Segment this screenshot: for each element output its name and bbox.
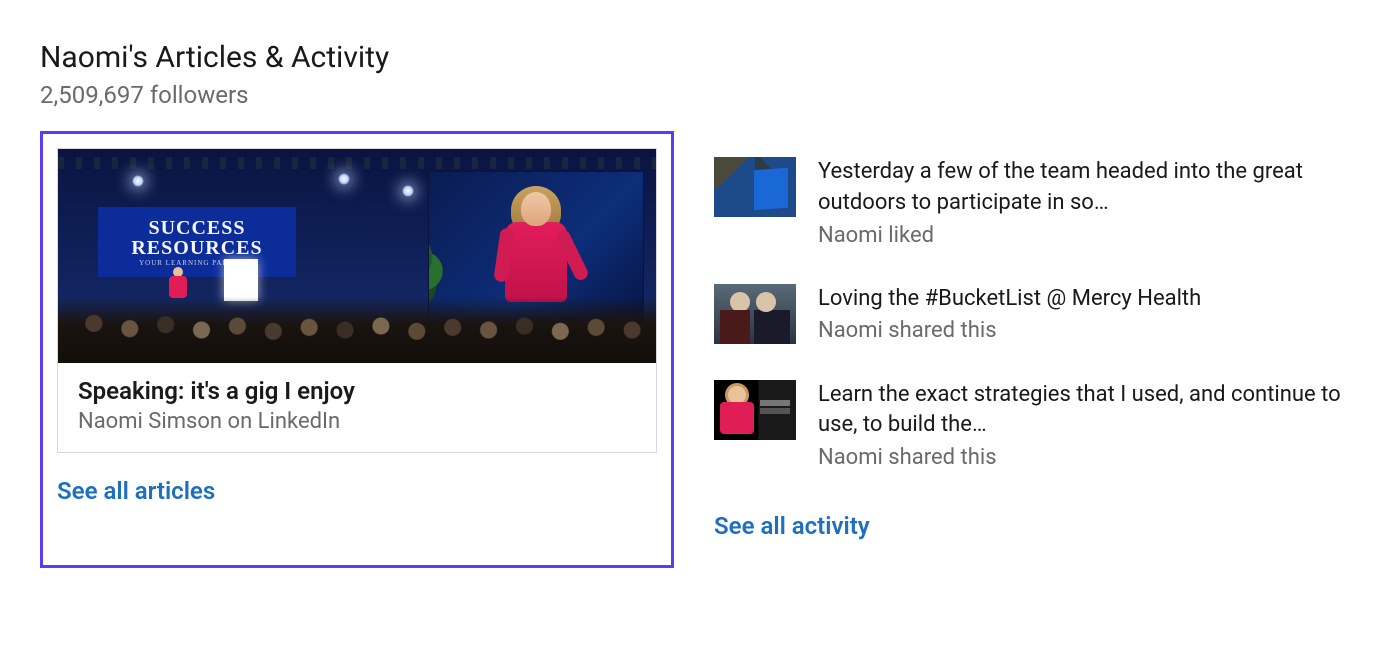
stage-truss-decoration bbox=[58, 157, 656, 169]
flowers-decoration bbox=[428, 236, 445, 306]
spotlight-icon bbox=[402, 185, 414, 197]
activity-thumbnail bbox=[714, 157, 796, 217]
activity-item[interactable]: Learn the exact strategies that I used, … bbox=[714, 380, 1354, 471]
activity-text: Learn the exact strategies that I used, … bbox=[818, 380, 1354, 471]
section-title: Naomi's Articles & Activity bbox=[40, 40, 1354, 75]
activity-item[interactable]: Yesterday a few of the team headed into … bbox=[714, 157, 1354, 248]
activity-text: Loving the #BucketList @ Mercy Health Na… bbox=[818, 284, 1354, 344]
spotlight-icon bbox=[132, 175, 144, 187]
see-all-activity-link[interactable]: See all activity bbox=[714, 512, 870, 540]
article-meta: Speaking: it's a gig I enjoy Naomi Simso… bbox=[58, 363, 656, 452]
activity-headline: Yesterday a few of the team headed into … bbox=[818, 157, 1354, 219]
activity-thumbnail bbox=[714, 284, 796, 344]
activity-action: Naomi shared this bbox=[818, 318, 1354, 343]
stage-light-panel bbox=[224, 259, 258, 301]
activity-headline: Learn the exact strategies that I used, … bbox=[818, 380, 1354, 442]
activity-item[interactable]: Loving the #BucketList @ Mercy Health Na… bbox=[714, 284, 1354, 344]
activity-headline: Loving the #BucketList @ Mercy Health bbox=[818, 284, 1354, 315]
featured-article-highlight: SUCCESS RESOURCES YOUR LEARNING PARTNERS bbox=[40, 131, 674, 568]
stage-billboard: SUCCESS RESOURCES YOUR LEARNING PARTNERS bbox=[98, 207, 296, 277]
stage-speaker-figure bbox=[166, 267, 190, 301]
see-all-articles-link[interactable]: See all articles bbox=[57, 477, 215, 505]
billboard-line1: SUCCESS bbox=[148, 218, 245, 238]
spotlight-icon bbox=[338, 173, 350, 185]
crowd-decoration bbox=[58, 297, 656, 363]
activity-action: Naomi shared this bbox=[818, 445, 1354, 470]
article-title: Speaking: it's a gig I enjoy bbox=[78, 377, 636, 405]
activity-action: Naomi liked bbox=[818, 223, 1354, 248]
activity-column: Yesterday a few of the team headed into … bbox=[714, 131, 1354, 540]
activity-text: Yesterday a few of the team headed into … bbox=[818, 157, 1354, 248]
followers-count: 2,509,697 followers bbox=[40, 81, 1354, 109]
speaker-on-screen bbox=[495, 192, 579, 312]
article-card[interactable]: SUCCESS RESOURCES YOUR LEARNING PARTNERS bbox=[57, 148, 657, 453]
article-source: Naomi Simson on LinkedIn bbox=[78, 409, 636, 434]
billboard-line2: RESOURCES bbox=[131, 238, 262, 258]
content-row: SUCCESS RESOURCES YOUR LEARNING PARTNERS bbox=[40, 131, 1354, 568]
article-image: SUCCESS RESOURCES YOUR LEARNING PARTNERS bbox=[58, 149, 656, 363]
activity-thumbnail bbox=[714, 380, 796, 440]
